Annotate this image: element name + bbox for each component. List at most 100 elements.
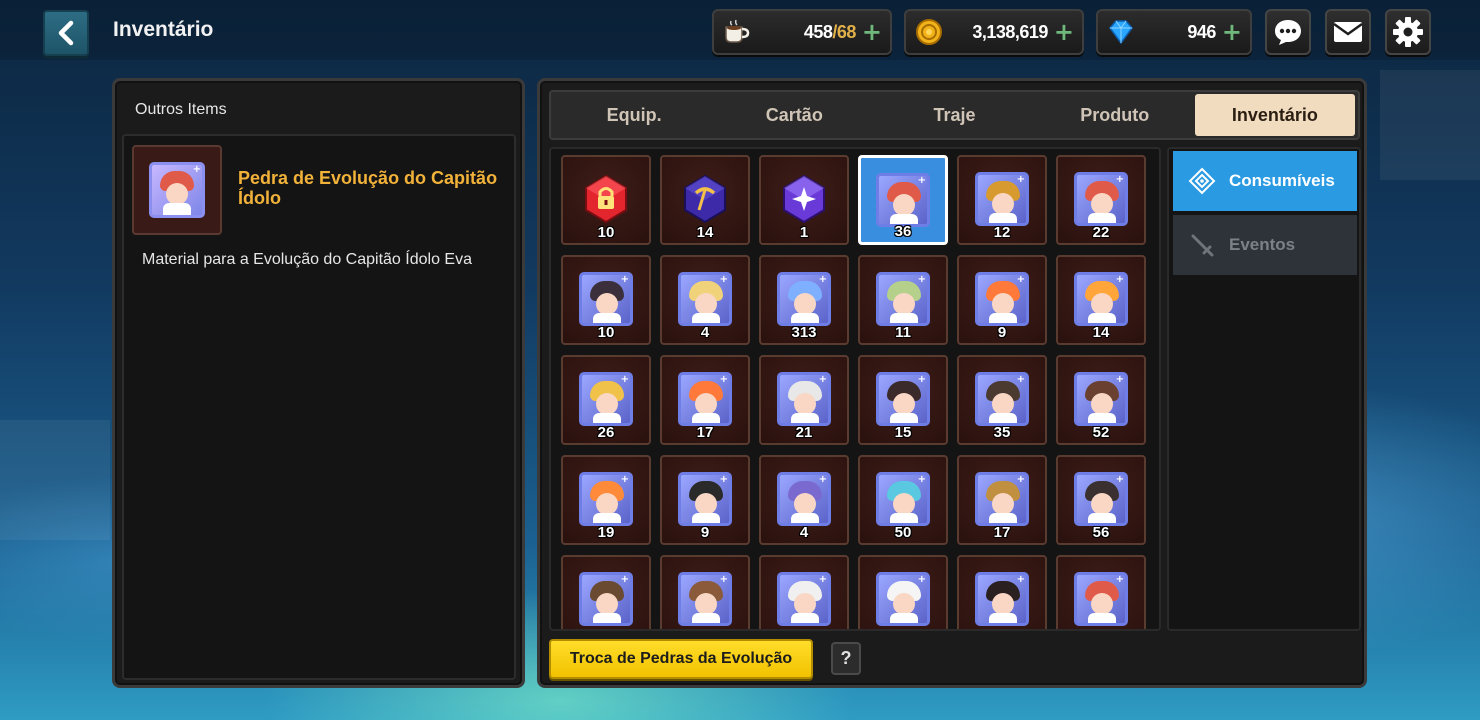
- evolution-stone-icon: +: [579, 572, 633, 626]
- evolution-stone-icon: +: [579, 272, 633, 326]
- background-block: [1380, 70, 1480, 180]
- evolution-stone-icon: +: [1074, 172, 1128, 226]
- inventory-slot[interactable]: +9: [660, 455, 750, 545]
- item-quantity: 14: [1092, 324, 1110, 341]
- help-button[interactable]: ?: [831, 642, 861, 675]
- inventory-slot[interactable]: +36: [858, 155, 948, 245]
- inventory-slot[interactable]: +: [660, 555, 750, 629]
- inventory-slot[interactable]: +11: [858, 255, 948, 345]
- gold-coin-icon: [912, 15, 946, 49]
- item-grid: 10 14 1 +36 +12 +22 +10 +4 +313 +11 +9 +14 +26 +17 +21…: [561, 155, 1146, 629]
- inventory-slot[interactable]: 10: [561, 155, 651, 245]
- inventory-slot[interactable]: +4: [660, 255, 750, 345]
- item-quantity: 15: [894, 424, 912, 441]
- evolution-stone-icon: +: [975, 172, 1029, 226]
- inventory-slot[interactable]: +12: [957, 155, 1047, 245]
- inventory-slot[interactable]: +4: [759, 455, 849, 545]
- inventory-slot[interactable]: +: [1056, 555, 1146, 629]
- inventory-slot[interactable]: +17: [957, 455, 1047, 545]
- character-portrait: +: [876, 173, 930, 227]
- character-portrait: +: [1074, 272, 1128, 326]
- stamina-plus-button[interactable]: +: [862, 20, 882, 44]
- mail-icon: [1333, 22, 1363, 42]
- inventory-slot[interactable]: +: [957, 555, 1047, 629]
- chat-button[interactable]: [1265, 9, 1311, 55]
- inventory-slot[interactable]: 14: [660, 155, 750, 245]
- detail-item-description: Material para a Evolução do Capitão Ídol…: [142, 251, 472, 268]
- item-quantity: 4: [799, 524, 809, 541]
- inventory-slot[interactable]: +9: [957, 255, 1047, 345]
- character-portrait: +: [1074, 472, 1128, 526]
- evolution-stone-icon: +: [876, 372, 930, 426]
- detail-content: + Pedra de Evolução do Capitão Ídolo Mat…: [122, 134, 516, 680]
- mail-button[interactable]: [1325, 9, 1371, 55]
- inventory-slot[interactable]: +: [858, 555, 948, 629]
- inventory-slot[interactable]: +14: [1056, 255, 1146, 345]
- character-portrait: +: [1074, 172, 1128, 226]
- character-portrait: +: [678, 272, 732, 326]
- evolution-stone-icon: +: [876, 173, 930, 227]
- tab-costume[interactable]: Traje: [874, 94, 1034, 136]
- item-quantity: 10: [597, 224, 615, 241]
- inventory-slot[interactable]: +10: [561, 255, 651, 345]
- evolution-stone-exchange-button[interactable]: Troca de Pedras da Evolução: [549, 639, 813, 679]
- back-button[interactable]: [43, 10, 89, 56]
- evolution-stone-icon: +: [579, 372, 633, 426]
- page-title: Inventário: [113, 18, 214, 41]
- subtab-consumables-label: Consumíveis: [1229, 171, 1335, 190]
- evolution-stone-icon: +: [777, 572, 831, 626]
- evolution-stone-icon: +: [149, 162, 205, 218]
- inventory-slot[interactable]: +19: [561, 455, 651, 545]
- chat-bubble-icon: [1275, 20, 1301, 45]
- evolution-stone-icon: +: [1074, 272, 1128, 326]
- item-quantity: 1: [799, 224, 809, 241]
- item-grid-container[interactable]: 10 14 1 +36 +12 +22 +10 +4 +313 +11 +9 +14 +26 +17 +21…: [549, 147, 1161, 631]
- character-portrait: +: [876, 372, 930, 426]
- character-portrait: +: [876, 572, 930, 626]
- character-portrait: +: [579, 472, 633, 526]
- stamina-value: 458/68: [754, 21, 857, 43]
- evolution-stone-icon: +: [975, 472, 1029, 526]
- meso-plus-button[interactable]: +: [1054, 20, 1074, 44]
- background-block: [0, 420, 110, 540]
- subtab-events[interactable]: Eventos: [1173, 215, 1357, 275]
- evolution-stone-icon: +: [876, 572, 930, 626]
- item-quantity: 12: [993, 224, 1011, 241]
- inventory-slot[interactable]: +21: [759, 355, 849, 445]
- item-quantity: 313: [791, 324, 817, 341]
- inventory-slot[interactable]: +: [759, 555, 849, 629]
- inventory-slot[interactable]: +15: [858, 355, 948, 445]
- item-detail-panel: Outros Items + Pedra de Evolução do Capi…: [112, 78, 525, 688]
- evolution-stone-icon: +: [777, 472, 831, 526]
- inventory-slot[interactable]: +56: [1056, 455, 1146, 545]
- inventory-slot[interactable]: +52: [1056, 355, 1146, 445]
- inventory-slot[interactable]: +313: [759, 255, 849, 345]
- inventory-slot[interactable]: +35: [957, 355, 1047, 445]
- inventory-slot[interactable]: +17: [660, 355, 750, 445]
- tab-product[interactable]: Produto: [1035, 94, 1195, 136]
- detail-item-icon: +: [132, 145, 222, 235]
- character-portrait: +: [579, 572, 633, 626]
- stamina-current: 458: [803, 21, 833, 42]
- subtab-consumables[interactable]: Consumíveis: [1173, 151, 1357, 211]
- character-portrait: +: [678, 472, 732, 526]
- inventory-slot[interactable]: +50: [858, 455, 948, 545]
- settings-button[interactable]: [1385, 9, 1431, 55]
- item-quantity: 9: [997, 324, 1007, 341]
- item-quantity: 22: [1092, 224, 1110, 241]
- inventory-slot[interactable]: +: [561, 555, 651, 629]
- character-portrait: +: [678, 572, 732, 626]
- inventory-slot[interactable]: +22: [1056, 155, 1146, 245]
- tab-inventory[interactable]: Inventário: [1194, 94, 1356, 136]
- item-quantity: 56: [1092, 524, 1110, 541]
- tab-card[interactable]: Cartão: [714, 94, 874, 136]
- inventory-slot[interactable]: 1: [759, 155, 849, 245]
- item-quantity: 14: [696, 224, 714, 241]
- tab-equip[interactable]: Equip.: [554, 94, 714, 136]
- crystal-plus-button[interactable]: +: [1222, 20, 1242, 44]
- item-quantity: 9: [700, 524, 710, 541]
- inventory-slot[interactable]: +26: [561, 355, 651, 445]
- evolution-stone-icon: +: [579, 472, 633, 526]
- character-portrait: +: [777, 272, 831, 326]
- item-quantity: 52: [1092, 424, 1110, 441]
